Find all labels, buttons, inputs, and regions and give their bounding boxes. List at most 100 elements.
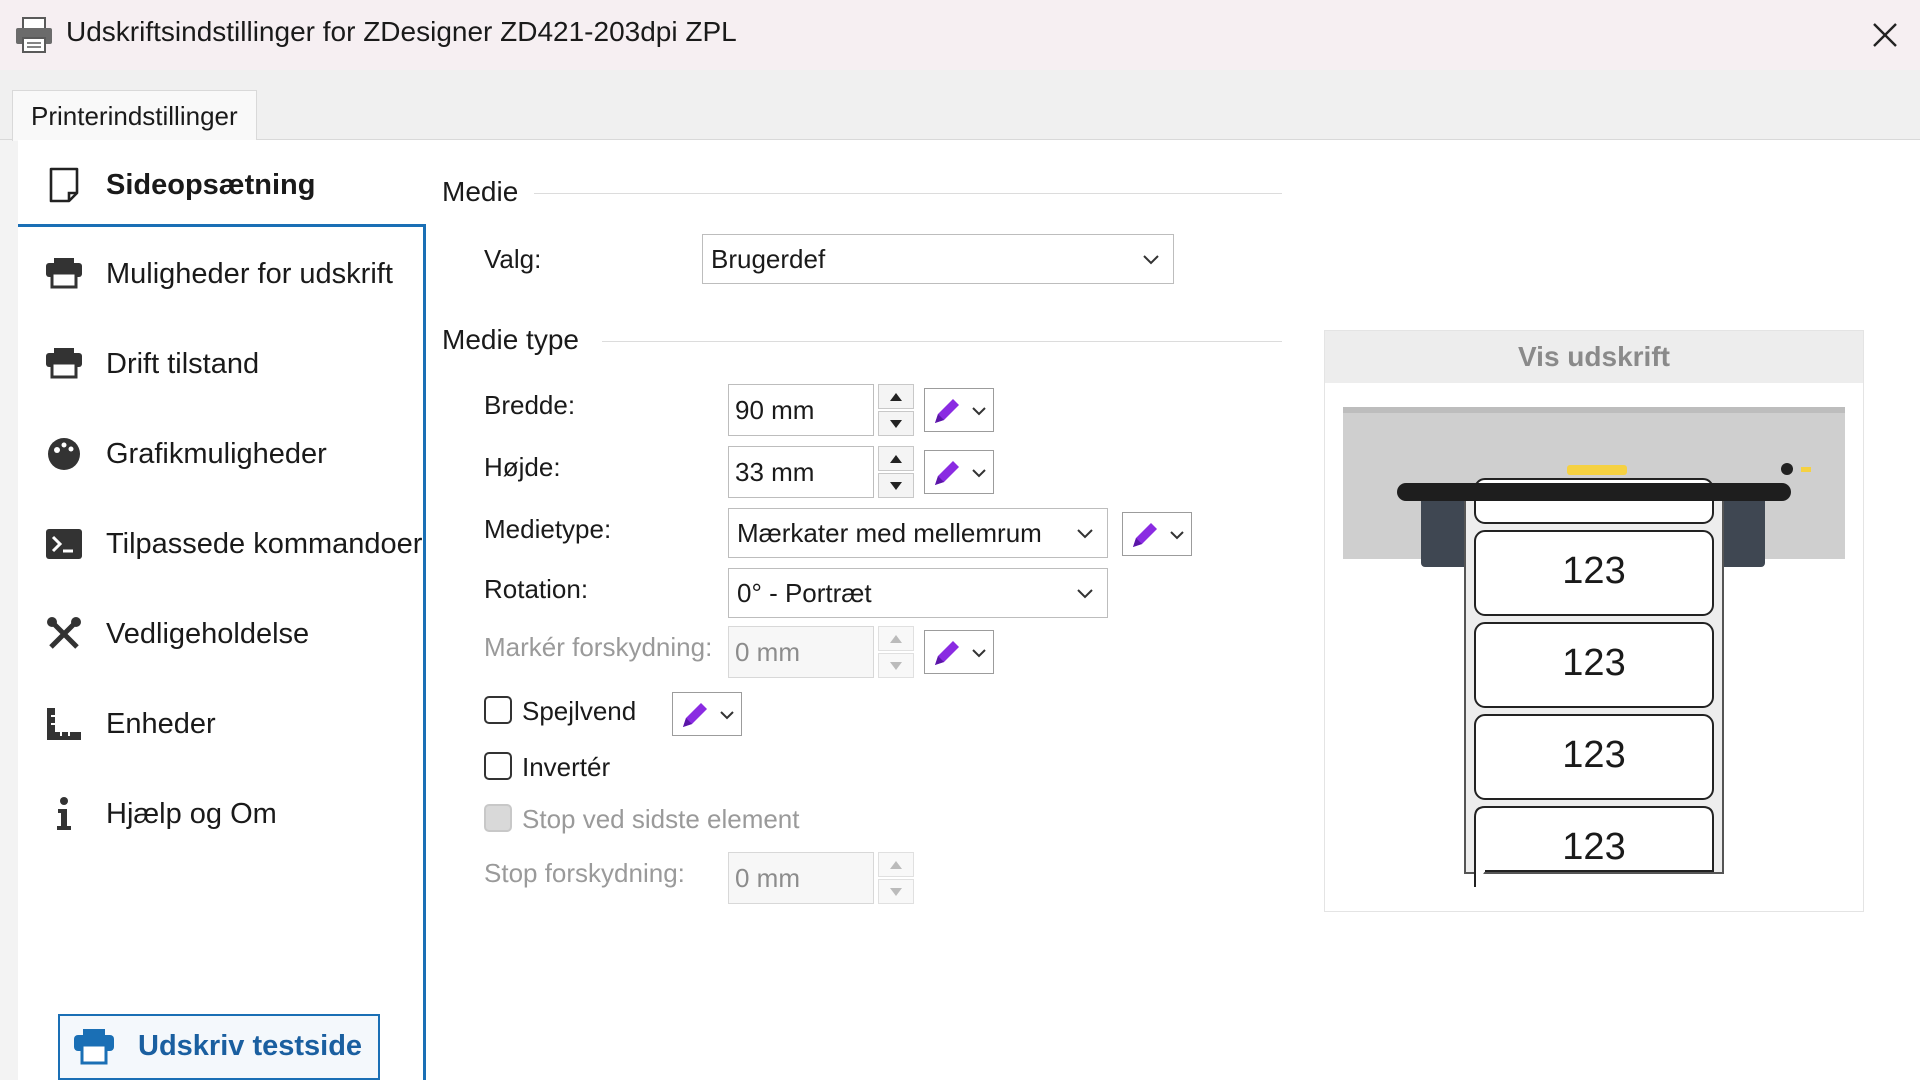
medietype-edit-dropdown[interactable] — [1122, 512, 1192, 556]
marker-forskydning-input: 0 mm — [728, 626, 874, 678]
printer-output-bar — [1397, 483, 1791, 501]
medietype-select[interactable]: Mærkater med mellemrum — [728, 508, 1108, 558]
printer-icon — [16, 17, 52, 53]
section-divider — [534, 193, 1282, 194]
stop-forskydning-label: Stop forskydning: — [484, 858, 685, 888]
bredde-increment-button[interactable] — [878, 384, 914, 409]
close-button[interactable] — [1850, 0, 1920, 70]
rotation-label: Rotation: — [484, 574, 589, 604]
triangle-down-icon — [890, 661, 902, 670]
section-divider — [602, 341, 1282, 342]
bredde-edit-dropdown[interactable] — [924, 388, 994, 432]
stop-ved-sidste-element-checkbox — [484, 804, 512, 832]
triangle-down-icon — [890, 481, 902, 490]
printer-icon — [44, 344, 84, 384]
tab-printerindstillinger[interactable]: Printerindstillinger — [12, 90, 257, 141]
printer-led-icon — [1567, 465, 1627, 475]
label-stack: 123 123 123 123 — [1474, 478, 1714, 887]
sidebar-item-label: Hjælp og Om — [106, 797, 277, 830]
sidebar-item-label: Grafikmuligheder — [106, 437, 327, 470]
sidebar-item-label: Enheder — [106, 707, 216, 740]
close-icon — [1873, 23, 1897, 47]
triangle-up-icon — [890, 860, 902, 869]
sidebar-item-grafikmuligheder[interactable]: Grafikmuligheder — [18, 424, 423, 484]
sidebar-border — [423, 224, 426, 1080]
hojde-edit-dropdown[interactable] — [924, 450, 994, 494]
bredde-stepper — [878, 384, 914, 436]
palette-icon — [44, 434, 84, 474]
chevron-down-icon — [720, 711, 734, 720]
pencil-icon — [935, 399, 959, 423]
print-test-page-label: Udskriv testside — [138, 1030, 363, 1062]
label-text: 123 — [1562, 550, 1625, 592]
chevron-down-icon — [972, 407, 986, 416]
spejlvend-label: Spejlvend — [522, 696, 637, 726]
triangle-down-icon — [890, 887, 902, 896]
chevron-down-icon — [1077, 529, 1093, 539]
sidebar-item-enheder[interactable]: Enheder — [18, 694, 423, 754]
pencil-icon — [935, 641, 959, 665]
hojde-increment-button[interactable] — [878, 446, 914, 471]
printer-icon — [74, 1029, 114, 1065]
preview-title: Vis udskrift — [1325, 331, 1863, 383]
inverter-checkbox[interactable] — [484, 752, 512, 780]
title-bar: Udskriftsindstillinger for ZDesigner ZD4… — [0, 0, 1920, 70]
terminal-icon — [44, 524, 84, 564]
section-title-medie: Medie — [442, 176, 519, 207]
spejlvend-checkbox[interactable] — [484, 696, 512, 724]
marker-decrement-button — [878, 653, 914, 678]
label-text: 123 — [1562, 826, 1625, 868]
medietype-label: Medietype: — [484, 514, 612, 544]
bredde-decrement-button[interactable] — [878, 411, 914, 436]
hojde-label: Højde: — [484, 452, 561, 482]
triangle-up-icon — [890, 392, 902, 401]
stop-decrement-button — [878, 879, 914, 904]
triangle-up-icon — [890, 634, 902, 643]
sidebar-item-label: Sideopsætning — [106, 168, 316, 201]
hojde-stepper — [878, 446, 914, 498]
sidebar-item-label: Vedligeholdelse — [106, 617, 310, 650]
sidebar: Sideopsætning Muligheder for udskrift Dr… — [18, 140, 426, 1080]
chevron-down-icon — [972, 469, 986, 478]
printer-icon — [44, 254, 84, 294]
bredde-input[interactable]: 90 mm — [728, 384, 874, 436]
sidebar-item-label: Tilpassede kommandoer — [106, 527, 423, 560]
sidebar-item-label: Drift tilstand — [106, 347, 260, 380]
tools-icon — [44, 614, 84, 654]
chevron-down-icon — [1170, 531, 1184, 540]
sidebar-item-muligheder-for-udskrift[interactable]: Muligheder for udskrift — [18, 244, 423, 304]
rotation-value: 0° - Portræt — [737, 577, 872, 608]
pencil-icon — [683, 703, 707, 727]
section-title-medie-type: Medie type — [442, 324, 579, 355]
spejlvend-edit-dropdown[interactable] — [672, 692, 742, 736]
pencil-icon — [1133, 523, 1157, 547]
valg-label: Valg: — [484, 244, 542, 274]
stop-ved-sidste-element-label: Stop ved sidste element — [522, 804, 800, 834]
inverter-label: Invertér — [522, 752, 611, 782]
marker-forskydning-label: Markér forskydning: — [484, 632, 713, 662]
print-preview-panel: Vis udskrift 123 123 123 123 — [1324, 330, 1864, 912]
stop-increment-button — [878, 852, 914, 877]
sidebar-item-vedligeholdelse[interactable]: Vedligeholdelse — [18, 604, 423, 664]
print-test-page-button[interactable]: Udskriv testside — [58, 1014, 380, 1080]
sidebar-item-tilpassede-kommandoer[interactable]: Tilpassede kommandoer — [18, 514, 423, 574]
sidebar-item-drift-tilstand[interactable]: Drift tilstand — [18, 334, 423, 394]
marker-increment-button — [878, 626, 914, 651]
chevron-down-icon — [972, 649, 986, 658]
sidebar-item-hjaelp-og-om[interactable]: Hjælp og Om — [18, 784, 423, 844]
marker-edit-dropdown[interactable] — [924, 630, 994, 674]
window-title: Udskriftsindstillinger for ZDesigner ZD4… — [66, 16, 737, 47]
ruler-icon — [44, 704, 84, 744]
pencil-icon — [935, 461, 959, 485]
sidebar-item-label: Muligheder for udskrift — [106, 257, 393, 290]
printer-preview-illustration: 123 123 123 123 — [1343, 407, 1845, 887]
marker-forskydning-stepper — [878, 626, 914, 678]
hojde-decrement-button[interactable] — [878, 473, 914, 498]
label-text: 123 — [1562, 734, 1625, 776]
sidebar-item-sideopsaetning[interactable]: Sideopsætning — [18, 155, 423, 215]
label-text: 123 — [1562, 642, 1625, 684]
bredde-label: Bredde: — [484, 390, 576, 420]
rotation-select[interactable]: 0° - Portræt — [728, 568, 1108, 618]
hojde-input[interactable]: 33 mm — [728, 446, 874, 498]
valg-select[interactable]: Brugerdef — [702, 234, 1174, 284]
